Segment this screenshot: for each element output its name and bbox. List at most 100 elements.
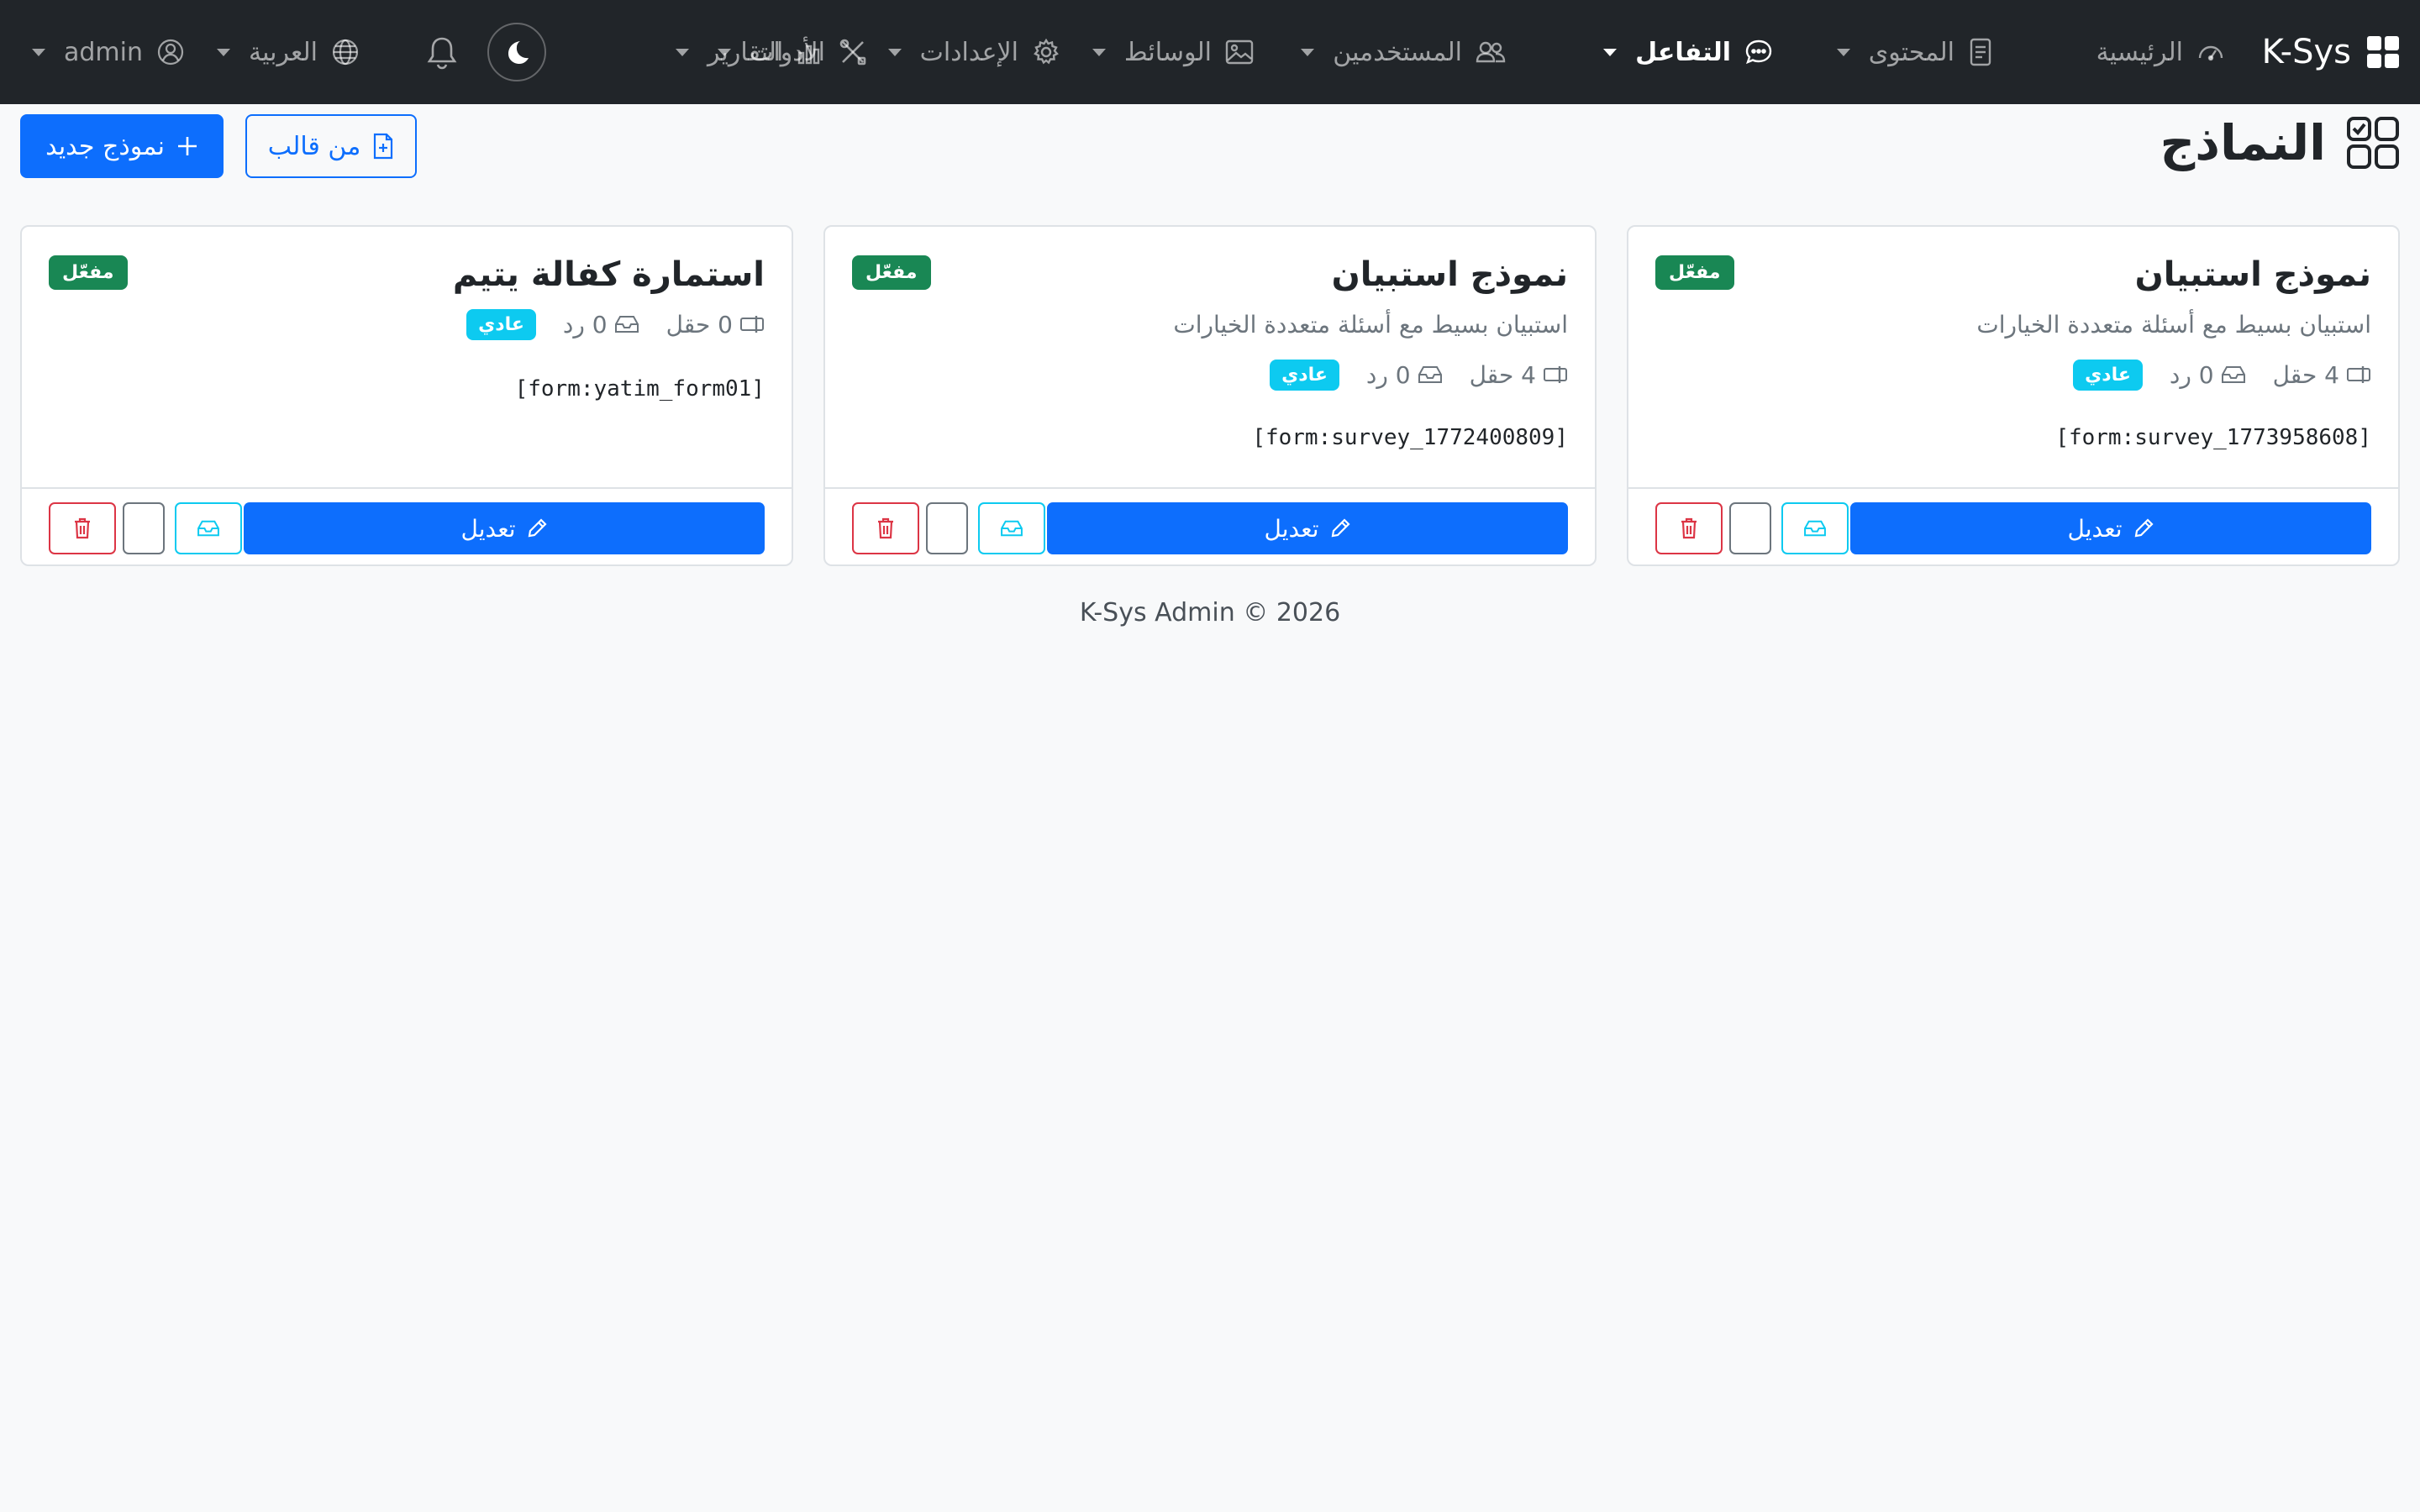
form-title: استمارة كفالة يتيم (452, 255, 765, 294)
type-badge: عادي (2073, 359, 2143, 391)
form-title: نموذج استبيان (1331, 255, 1568, 294)
edit-button[interactable]: تعديل (1850, 502, 2371, 554)
card-actions: تعديل (22, 487, 792, 566)
edit-label: تعديل (460, 514, 516, 543)
delete-button[interactable] (852, 502, 919, 554)
trash-icon (1680, 517, 1698, 539)
trash-icon (73, 517, 92, 539)
globe-icon (331, 38, 360, 66)
gear-icon (1032, 38, 1060, 66)
inbox-icon (1418, 365, 1443, 385)
form-grid-icon (2346, 116, 2400, 170)
response-count-text: 0 رد (562, 310, 608, 339)
type-badge: عادي (466, 308, 536, 340)
chevron-down-icon (887, 48, 902, 56)
page-heading: النماذج (2160, 114, 2326, 171)
card-actions: تعديل (825, 487, 1595, 566)
type-badge: عادي (1270, 359, 1339, 391)
nav-item-interaction[interactable]: التفاعل (1603, 29, 1773, 76)
copy-button[interactable] (123, 502, 165, 554)
tools-icon (839, 38, 867, 66)
response-count-text: 0 رد (1365, 360, 1411, 389)
form-shortcode[interactable]: [form:survey_1772400809] (1252, 425, 1568, 450)
from-template-button[interactable]: من قالب (245, 114, 417, 178)
form-title: نموذج استبيان (2134, 255, 2371, 294)
status-badge: مفعّل (852, 255, 931, 290)
plus-icon (176, 135, 198, 157)
file-plus-icon (372, 133, 394, 160)
nav-item-media[interactable]: الوسائط (1092, 29, 1254, 76)
chat-icon (1744, 38, 1773, 66)
edit-button[interactable]: تعديل (244, 502, 765, 554)
theme-toggle-button[interactable] (487, 23, 546, 81)
language-menu[interactable]: العربية (217, 29, 360, 76)
field-count: 4 حقل (1470, 361, 1568, 389)
image-icon (1225, 39, 1254, 65)
brand[interactable]: K-Sys (2262, 29, 2400, 76)
response-count: 0 رد (1366, 361, 1443, 389)
nav-item-content[interactable]: المحتوى (1836, 29, 1993, 76)
inbox-icon (2221, 365, 2246, 385)
username: admin (64, 37, 143, 67)
input-cursor-icon (2346, 365, 2371, 385)
chevron-down-icon (1301, 48, 1315, 56)
nav-item-reports[interactable]: التقارير (676, 29, 822, 76)
speedometer-icon (2196, 38, 2225, 66)
notifications-button[interactable] (425, 35, 459, 71)
form-shortcode[interactable]: [form:survey_1773958608] (2055, 425, 2371, 450)
nav-item-home[interactable]: الرئيسية (2096, 29, 2225, 76)
pencil-icon (1329, 517, 1351, 539)
people-icon (1476, 38, 1506, 66)
form-meta: 0 حقل 0 رد عادي (466, 307, 765, 341)
page-footer: K-Sys Admin © 2026 (1079, 598, 1341, 627)
response-count: 0 رد (2170, 361, 2246, 389)
edit-label: تعديل (1264, 514, 1319, 543)
pencil-icon (2133, 517, 2154, 539)
delete-button[interactable] (49, 502, 116, 554)
moon-icon (502, 38, 531, 66)
nav-item-label: التفاعل (1635, 37, 1731, 67)
copy-button[interactable] (926, 502, 968, 554)
chevron-down-icon (1092, 48, 1106, 56)
form-meta: 4 حقل 0 رد عادي (1270, 358, 1568, 391)
copy-button[interactable] (1729, 502, 1771, 554)
view-responses-button[interactable] (978, 502, 1045, 554)
nav-item-label: الوسائط (1123, 37, 1212, 67)
chevron-down-icon (217, 48, 230, 56)
nav-item-users[interactable]: المستخدمين (1301, 29, 1506, 76)
inbox-icon (197, 519, 220, 538)
bar-chart-icon (797, 39, 822, 65)
form-shortcode[interactable]: [form:yatim_form01] (515, 376, 765, 402)
nav-item-label: الرئيسية (2096, 37, 2183, 67)
user-circle-icon (156, 38, 185, 66)
field-count-text: 4 حقل (1469, 360, 1536, 389)
nav-item-label: المستخدمين (1333, 37, 1462, 67)
form-description: استبيان بسيط مع أسئلة متعددة الخيارات (1173, 311, 1568, 339)
trash-icon (876, 517, 895, 539)
new-form-button[interactable]: نموذج جديد (20, 114, 224, 178)
view-responses-button[interactable] (175, 502, 242, 554)
nav-item-settings[interactable]: الإعدادات (887, 29, 1060, 76)
chevron-down-icon (1836, 48, 1850, 56)
grid-icon (2366, 35, 2400, 69)
page-title: النماذج (2160, 109, 2400, 176)
language-label: العربية (249, 37, 318, 67)
status-badge: مفعّل (49, 255, 128, 290)
bell-icon (425, 35, 459, 71)
edit-button[interactable]: تعديل (1047, 502, 1568, 554)
view-responses-button[interactable] (1781, 502, 1849, 554)
input-cursor-icon (739, 314, 765, 334)
field-count: 4 حقل (2273, 361, 2371, 389)
status-badge: مفعّل (1655, 255, 1734, 290)
delete-button[interactable] (1655, 502, 1723, 554)
edit-label: تعديل (2067, 514, 2123, 543)
form-meta: 4 حقل 0 رد عادي (2073, 358, 2371, 391)
input-cursor-icon (1543, 365, 1568, 385)
user-menu[interactable]: admin (32, 29, 185, 76)
form-card: نموذج استبيان مفعّل استبيان بسيط مع أسئل… (823, 225, 1597, 566)
new-form-label: نموذج جديد (45, 131, 165, 161)
form-card: استمارة كفالة يتيم مفعّل 0 حقل 0 رد عادي… (20, 225, 793, 566)
inbox-icon (1803, 519, 1827, 538)
brand-name: K-Sys (2261, 33, 2351, 71)
form-description: استبيان بسيط مع أسئلة متعددة الخيارات (1976, 311, 2371, 339)
